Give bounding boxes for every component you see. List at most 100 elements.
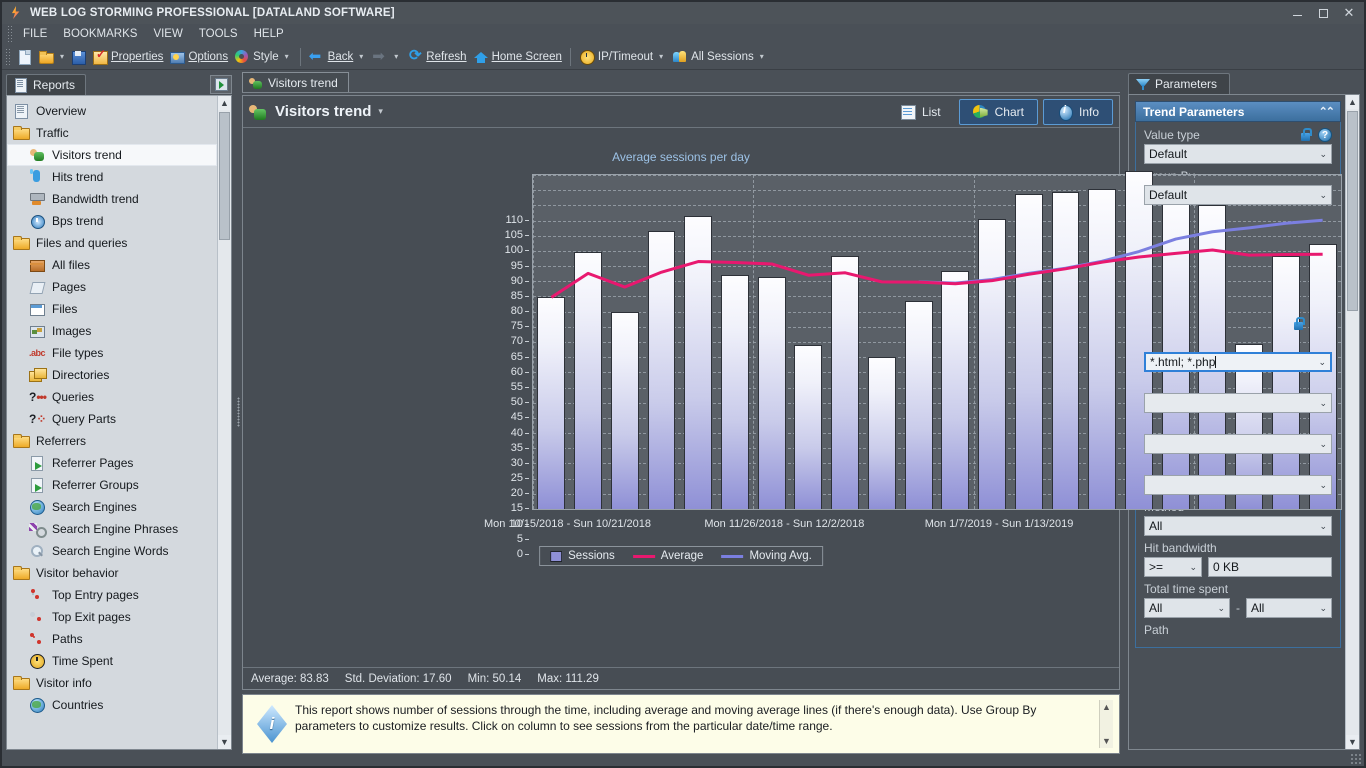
- input-bandwidth-value[interactable]: 0 KB: [1208, 557, 1332, 577]
- tab-reports[interactable]: Reports: [6, 74, 87, 95]
- sidebar-item-overview[interactable]: Overview: [7, 100, 217, 122]
- sidebar-item-referrer-groups[interactable]: Referrer Groups: [7, 474, 217, 496]
- sidebar-item-directories[interactable]: Directories: [7, 364, 217, 386]
- chevron-down-icon[interactable]: ⌄: [1315, 603, 1327, 614]
- chart-bar[interactable]: [1125, 171, 1153, 509]
- back-dropdown-caret[interactable]: ▾: [356, 52, 366, 61]
- lock-icon[interactable]: [1299, 128, 1312, 142]
- style-dropdown-caret[interactable]: ▾: [282, 52, 292, 61]
- options-button[interactable]: Options: [166, 45, 231, 69]
- chart-bar[interactable]: [794, 345, 823, 509]
- chevron-down-icon[interactable]: ⌄: [1315, 480, 1327, 491]
- sidebar-item-file-types[interactable]: .abc File types: [7, 342, 217, 364]
- menu-help[interactable]: HELP: [246, 26, 292, 42]
- chart-bar[interactable]: [574, 252, 603, 509]
- parameters-scrollbar[interactable]: ▲ ▼: [1345, 95, 1359, 749]
- scroll-down-icon[interactable]: ▼: [218, 735, 231, 749]
- sidebar-item-countries[interactable]: Countries: [7, 694, 217, 716]
- sidebar-item-queries[interactable]: ?••• Queries: [7, 386, 217, 408]
- save-button[interactable]: [67, 45, 89, 69]
- scrollbar-thumb[interactable]: [219, 112, 230, 240]
- combo-bandwidth-operator[interactable]: >= ⌄: [1144, 557, 1202, 577]
- chart-bar[interactable]: [904, 301, 933, 509]
- combo-query[interactable]: ⌄: [1144, 393, 1332, 413]
- chart-bar[interactable]: [684, 215, 713, 509]
- chevron-down-icon[interactable]: ⌄: [1315, 439, 1327, 450]
- param-scroll-up-icon[interactable]: ▲: [1346, 95, 1359, 109]
- sidebar-item-search-engine-phrases[interactable]: Search Engine Phrases: [7, 518, 217, 540]
- sidebar-item-bandwidth-trend[interactable]: Bandwidth trend: [7, 188, 217, 210]
- home-screen-button[interactable]: Home Screen: [470, 45, 565, 69]
- new-button[interactable]: [13, 45, 35, 69]
- combo-value-type[interactable]: Default ⌄: [1144, 144, 1332, 164]
- sidebar-item-images[interactable]: Images: [7, 320, 217, 342]
- view-chart-button[interactable]: Chart: [958, 98, 1038, 125]
- chevron-down-icon[interactable]: ⌄: [1213, 603, 1225, 614]
- chevron-down-icon[interactable]: ⌄: [1314, 357, 1326, 368]
- combo-time-to[interactable]: All ⌄: [1246, 598, 1332, 618]
- view-list-button[interactable]: List: [887, 99, 954, 125]
- info-scroll-up-icon[interactable]: ▲: [1102, 702, 1111, 712]
- menu-bookmarks[interactable]: BOOKMARKS: [55, 26, 145, 42]
- sidebar-item-search-engines[interactable]: Search Engines: [7, 496, 217, 518]
- combo-group-by[interactable]: Default ⌄: [1144, 185, 1332, 205]
- open-dropdown-caret[interactable]: ▾: [57, 52, 67, 61]
- reports-tree-scrollbar[interactable]: ▲ ▼: [217, 96, 231, 749]
- report-title-dropdown-caret[interactable]: ▾: [378, 106, 383, 117]
- chart-bar[interactable]: [537, 297, 566, 509]
- combo-file-wildcards[interactable]: *.html; *.php ⌄: [1144, 352, 1332, 372]
- lock-icon[interactable]: [1292, 317, 1305, 331]
- sidebar-item-visitors-trend[interactable]: Visitors trend: [7, 144, 217, 166]
- combo-status[interactable]: ⌄: [1144, 475, 1332, 495]
- chevron-up-icon[interactable]: ⌃⌃: [1319, 105, 1336, 118]
- sidebar-item-pages[interactable]: Pages: [7, 276, 217, 298]
- combo-time-from[interactable]: All ⌄: [1144, 598, 1230, 618]
- maximize-button[interactable]: [1310, 2, 1336, 24]
- sidebar-item-time-spent[interactable]: Time Spent: [7, 650, 217, 672]
- sidebar-item-traffic[interactable]: Traffic: [7, 122, 217, 144]
- sidebar-item-all-files[interactable]: All files: [7, 254, 217, 276]
- plot-area[interactable]: [532, 171, 1342, 510]
- chart-bar[interactable]: [610, 311, 639, 509]
- param-scrollbar-thumb[interactable]: [1347, 111, 1358, 311]
- chevron-down-icon[interactable]: ⌄: [1315, 149, 1327, 160]
- chevron-down-icon[interactable]: ⌄: [1315, 398, 1327, 409]
- left-splitter[interactable]: [234, 70, 242, 754]
- ip-timeout-button[interactable]: IP/Timeout ▾: [576, 45, 669, 69]
- toolbar-grip[interactable]: [4, 48, 11, 65]
- style-button[interactable]: Style ▾: [231, 45, 295, 69]
- sidebar-item-paths[interactable]: Paths: [7, 628, 217, 650]
- auto-hide-button[interactable]: [210, 75, 232, 94]
- param-scroll-down-icon[interactable]: ▼: [1346, 735, 1359, 749]
- sidebar-item-hits-trend[interactable]: Hits trend: [7, 166, 217, 188]
- sidebar-item-referrer-pages[interactable]: Referrer Pages: [7, 452, 217, 474]
- combo-method[interactable]: All ⌄: [1144, 516, 1332, 536]
- tab-parameters[interactable]: Parameters: [1128, 73, 1231, 94]
- chevron-down-icon[interactable]: ⌄: [1315, 190, 1327, 201]
- chart-bar[interactable]: [1308, 243, 1337, 509]
- chart-bar[interactable]: [721, 274, 749, 509]
- help-icon[interactable]: ?: [1318, 128, 1332, 142]
- chart-bar[interactable]: [1051, 192, 1080, 509]
- chart-bar[interactable]: [831, 255, 860, 509]
- sidebar-item-query-parts[interactable]: ?⁘ Query Parts: [7, 408, 217, 430]
- combo-query-part[interactable]: ⌄: [1144, 434, 1332, 454]
- sidebar-item-visitor-behavior[interactable]: Visitor behavior: [7, 562, 217, 584]
- info-panel-scrollbar[interactable]: ▲ ▼: [1099, 700, 1113, 748]
- open-button[interactable]: [35, 45, 57, 69]
- sidebar-item-files-and-queries[interactable]: Files and queries: [7, 232, 217, 254]
- back-button[interactable]: ⬅ Back ▾: [306, 45, 370, 69]
- menu-view[interactable]: VIEW: [145, 26, 190, 42]
- menu-tools[interactable]: TOOLS: [191, 26, 246, 42]
- document-tab-visitors-trend[interactable]: Visitors trend: [242, 72, 349, 92]
- forward-button[interactable]: ➡ ▾: [369, 45, 404, 69]
- menu-file[interactable]: FILE: [15, 26, 55, 42]
- chart-bar[interactable]: [647, 231, 676, 509]
- sidebar-item-search-engine-words[interactable]: Search Engine Words: [7, 540, 217, 562]
- info-scroll-down-icon[interactable]: ▼: [1102, 736, 1111, 746]
- chart-bar[interactable]: [1014, 193, 1043, 509]
- properties-button[interactable]: Properties: [89, 45, 166, 69]
- forward-dropdown-caret[interactable]: ▾: [391, 52, 401, 61]
- chart-splitter[interactable]: [1112, 128, 1120, 667]
- chart-bar[interactable]: [757, 277, 786, 509]
